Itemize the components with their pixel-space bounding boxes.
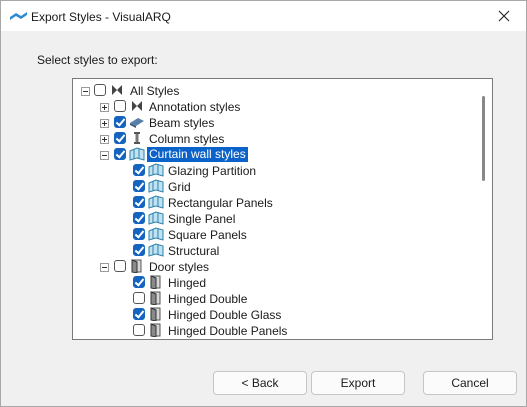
square-panels-checkbox[interactable]	[133, 228, 145, 240]
all-styles-icon	[112, 85, 122, 95]
hinged-checkbox[interactable]	[133, 276, 145, 288]
close-button[interactable]	[482, 1, 526, 31]
export-styles-dialog: Export Styles - VisualARQ Select styles …	[0, 0, 527, 407]
styles-tree[interactable]: All Styles Annotation styles Beam styles	[72, 78, 493, 340]
tree-item-door-styles[interactable]: Door styles	[73, 259, 473, 275]
tree-item-label: Hinged Double Glass	[168, 308, 282, 322]
door-style-icon	[131, 259, 142, 273]
tree-item-curtain-wall-styles[interactable]: Curtain wall styles	[73, 146, 473, 163]
window-title: Export Styles - VisualARQ	[31, 10, 171, 24]
tree-item-label: Glazing Partition	[168, 164, 257, 178]
tree-item-label: Beam styles	[149, 116, 215, 130]
tree-item-label: Structural	[168, 244, 220, 258]
all-styles-checkbox[interactable]	[94, 84, 106, 96]
tree-root-all-styles[interactable]: All Styles	[73, 83, 473, 99]
tree-item-hinged-double[interactable]: Hinged Double	[73, 291, 473, 307]
tree-item-rectangular-panels[interactable]: Rectangular Panels	[73, 195, 473, 211]
tree-item-label: Grid	[168, 180, 191, 194]
tree-item-label: Column styles	[149, 132, 225, 146]
hinged-double-checkbox[interactable]	[133, 292, 145, 304]
visualarq-app-icon	[10, 12, 27, 20]
glazing-partition-checkbox[interactable]	[133, 164, 145, 176]
rectangular-panels-checkbox[interactable]	[133, 196, 145, 208]
curtain-wall-icon	[148, 179, 164, 193]
tree-item-column-styles[interactable]: Column styles	[73, 131, 473, 147]
tree-item-square-panels[interactable]: Square Panels	[73, 227, 473, 243]
annotation-style-icon	[132, 101, 142, 111]
door-icon	[150, 307, 161, 321]
tree-item-hinged[interactable]: Hinged	[73, 275, 473, 291]
export-button[interactable]: Export	[311, 371, 405, 395]
column-style-icon	[134, 132, 140, 144]
curtain-wall-icon	[148, 227, 164, 241]
tree-item-hinged-double-panels[interactable]: Hinged Double Panels	[73, 323, 473, 339]
hinged-double-panels-checkbox[interactable]	[133, 324, 145, 336]
column-styles-checkbox[interactable]	[114, 132, 126, 144]
expand-icon[interactable]	[100, 103, 109, 112]
annotation-styles-checkbox[interactable]	[114, 100, 126, 112]
tree-item-label: Hinged	[168, 276, 207, 290]
tree-item-annotation-styles[interactable]: Annotation styles	[73, 99, 473, 115]
curtain-wall-icon	[148, 195, 164, 209]
tree-item-label: Hinged Double Panels	[168, 324, 288, 338]
curtain-wall-icon	[148, 243, 164, 257]
tree-scrollbar[interactable]	[482, 96, 485, 181]
tree-item-grid[interactable]: Grid	[73, 179, 473, 195]
structural-checkbox[interactable]	[133, 244, 145, 256]
expand-icon[interactable]	[100, 119, 109, 128]
curtain-wall-style-icon	[129, 147, 145, 161]
grid-checkbox[interactable]	[133, 180, 145, 192]
beam-styles-checkbox[interactable]	[114, 116, 126, 128]
door-styles-checkbox[interactable]	[114, 260, 126, 272]
tree-item-single-panel[interactable]: Single Panel	[73, 211, 473, 227]
tree-item-structural[interactable]: Structural	[73, 243, 473, 259]
tree-item-label: All Styles	[130, 84, 180, 98]
curtain-wall-icon	[148, 211, 164, 225]
tree-item-label: Annotation styles	[149, 100, 241, 114]
tree-item-glazing-partition[interactable]: Glazing Partition	[73, 163, 473, 179]
title-bar: Export Styles - VisualARQ	[1, 1, 526, 31]
tree-item-label: Hinged Double	[168, 292, 248, 306]
hinged-double-glass-checkbox[interactable]	[133, 308, 145, 320]
curtain-wall-styles-checkbox[interactable]	[114, 148, 126, 160]
cancel-button[interactable]: Cancel	[423, 371, 517, 395]
close-icon	[498, 10, 510, 22]
door-icon	[150, 275, 161, 289]
curtain-wall-icon	[148, 163, 164, 177]
tree-item-beam-styles[interactable]: Beam styles	[73, 115, 473, 131]
tree-item-label: Square Panels	[168, 228, 247, 242]
door-icon	[150, 291, 161, 305]
tree-item-partial	[73, 339, 473, 340]
collapse-icon[interactable]	[100, 263, 109, 272]
collapse-icon[interactable]	[100, 151, 109, 160]
back-button[interactable]: < Back	[213, 371, 307, 395]
tree-item-label: Single Panel	[168, 212, 236, 226]
door-icon	[150, 323, 161, 337]
tree-item-label: Rectangular Panels	[168, 196, 273, 210]
collapse-icon[interactable]	[81, 87, 90, 96]
beam-style-icon	[130, 118, 144, 128]
prompt-label: Select styles to export:	[37, 53, 158, 67]
tree-item-label: Door styles	[149, 260, 210, 274]
single-panel-checkbox[interactable]	[133, 212, 145, 224]
tree-item-hinged-double-glass[interactable]: Hinged Double Glass	[73, 307, 473, 323]
tree-item-label: Curtain wall styles	[146, 146, 249, 163]
expand-icon[interactable]	[100, 135, 109, 144]
